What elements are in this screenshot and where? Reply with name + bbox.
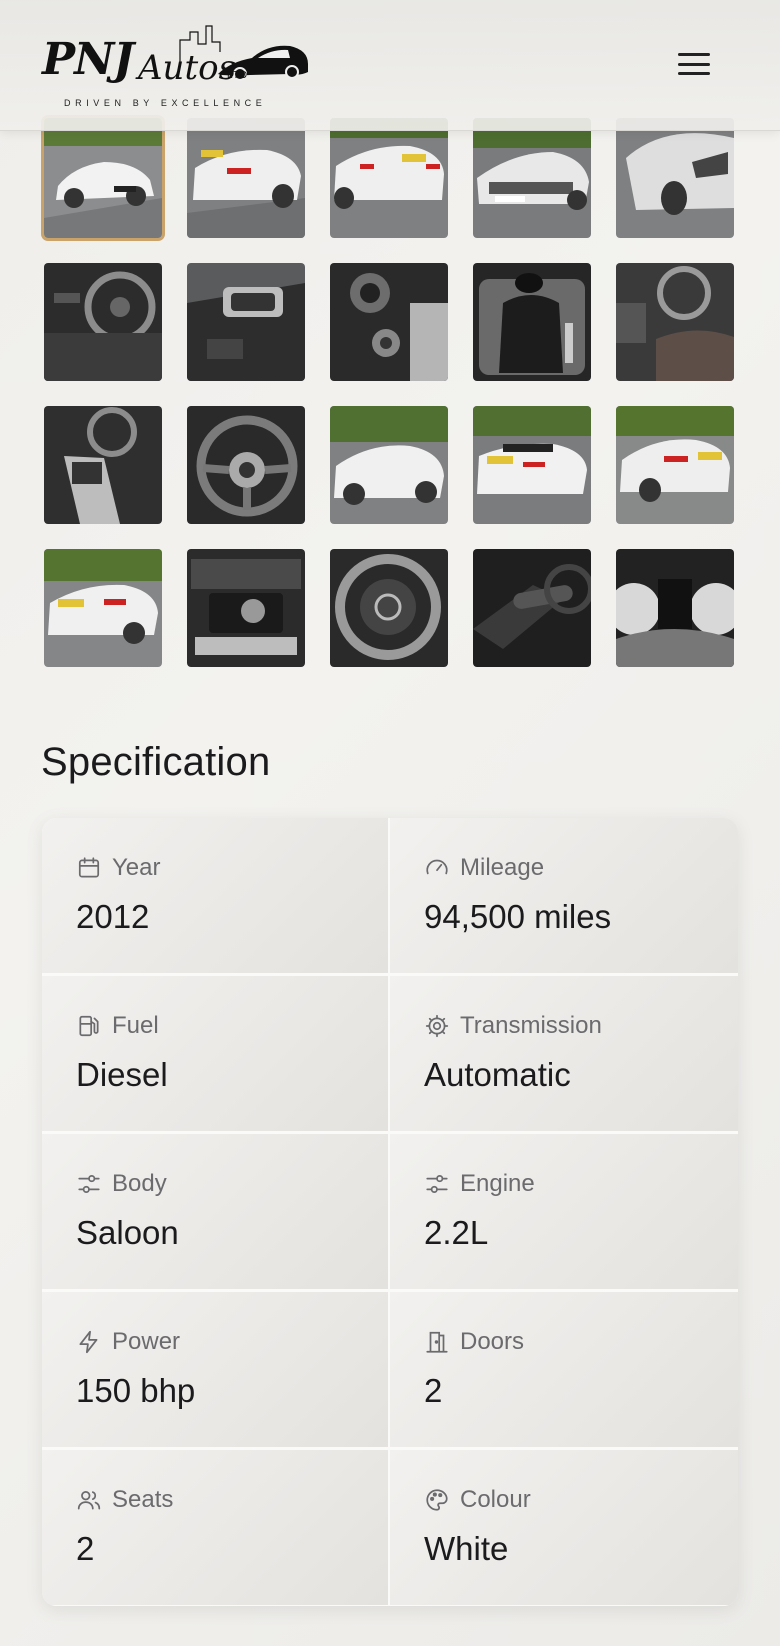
logo-ltd: LTD <box>227 70 249 81</box>
lightning-icon <box>79 1330 98 1354</box>
spec-item-body: Body Saloon <box>42 1134 390 1292</box>
gallery-thumbnail[interactable] <box>616 549 734 667</box>
gallery-thumbnail[interactable] <box>473 406 591 524</box>
gallery-thumbnail[interactable] <box>473 263 591 381</box>
spec-item-power: Power 150 bhp <box>42 1292 390 1450</box>
logo-wordmark: PNJ <box>42 34 134 85</box>
spec-label: Transmission <box>460 1012 602 1039</box>
logo-script-text: Autos <box>138 48 237 88</box>
gallery-thumbnail[interactable] <box>187 118 305 238</box>
photo-gallery <box>41 115 736 667</box>
gallery-thumbnail[interactable] <box>330 549 448 667</box>
cog-icon <box>425 1014 449 1038</box>
gallery-thumbnail[interactable] <box>330 118 448 238</box>
spec-label: Mileage <box>460 854 545 881</box>
spec-item-doors: Doors 2 <box>390 1292 738 1450</box>
spec-label: Body <box>112 1170 167 1197</box>
menu-line <box>678 62 710 66</box>
menu-line <box>678 53 710 56</box>
gallery-thumbnail[interactable] <box>187 263 305 381</box>
spec-value: White <box>424 1530 509 1567</box>
spec-value: 2.2L <box>424 1214 489 1251</box>
spec-label: Year <box>112 854 161 881</box>
spec-item-year: Year 2012 <box>42 818 390 976</box>
gauge-icon <box>426 859 448 875</box>
spec-value: Saloon <box>76 1214 179 1251</box>
menu-line <box>678 72 710 75</box>
gallery-thumbnail[interactable] <box>187 406 305 524</box>
brand-logo[interactable]: PNJ Autos LTD DRIVEN BY EXCELLENCE <box>42 22 308 112</box>
gallery-thumbnail[interactable] <box>41 115 165 241</box>
spec-value: 2 <box>76 1530 95 1567</box>
logo-tagline: DRIVEN BY EXCELLENCE <box>64 98 267 108</box>
calendar-icon <box>78 857 100 878</box>
gallery-thumbnail[interactable] <box>187 549 305 667</box>
spec-value: 150 bhp <box>76 1372 196 1409</box>
spec-value: 2012 <box>76 898 150 935</box>
spec-item-fuel: Fuel Diesel <box>42 976 390 1134</box>
fuel-pump-icon <box>79 1015 99 1037</box>
sliders-icon <box>78 1175 100 1193</box>
spec-label: Engine <box>460 1170 535 1197</box>
gallery-thumbnail[interactable] <box>616 406 734 524</box>
spec-label: Fuel <box>112 1012 159 1039</box>
gallery-thumbnail[interactable] <box>330 263 448 381</box>
spec-label: Power <box>112 1328 181 1355</box>
spec-value: Automatic <box>424 1056 571 1093</box>
gallery-thumbnail[interactable] <box>44 406 162 524</box>
site-header: PNJ Autos LTD DRIVEN BY EXCELLENCE <box>0 0 780 131</box>
spec-item-transmission: Transmission Automatic <box>390 976 738 1134</box>
gallery-thumbnail[interactable] <box>44 549 162 667</box>
spec-label: Colour <box>460 1486 531 1513</box>
door-icon <box>426 1331 448 1353</box>
spec-value: 2 <box>424 1372 443 1409</box>
spec-item-seats: Seats 2 <box>42 1450 390 1606</box>
gallery-thumbnail[interactable] <box>616 263 734 381</box>
spec-item-engine: Engine 2.2L <box>390 1134 738 1292</box>
palette-icon <box>426 1489 448 1511</box>
specification-grid: Year 2012 Mileage 94,500 miles Fuel Dies… <box>42 818 738 1606</box>
spec-item-mileage: Mileage 94,500 miles <box>390 818 738 976</box>
gallery-thumbnail[interactable] <box>330 406 448 524</box>
spec-item-colour: Colour White <box>390 1450 738 1606</box>
gallery-thumbnail[interactable] <box>473 549 591 667</box>
gallery-thumbnail[interactable] <box>616 118 734 238</box>
gallery-thumbnail[interactable] <box>44 263 162 381</box>
spec-label: Doors <box>460 1328 525 1355</box>
spec-value: Diesel <box>76 1056 168 1093</box>
sliders-icon <box>426 1175 448 1193</box>
hamburger-menu-icon[interactable] <box>678 50 710 78</box>
specification-title: Specification <box>41 740 271 784</box>
users-icon <box>77 1491 101 1510</box>
spec-value: 94,500 miles <box>424 898 612 935</box>
spec-label: Seats <box>112 1486 174 1513</box>
gallery-thumbnail[interactable] <box>473 118 591 238</box>
